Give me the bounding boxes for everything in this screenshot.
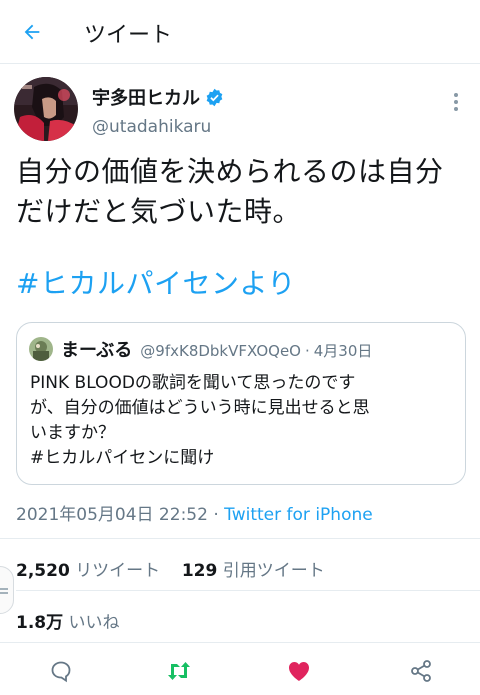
- tweet-source-link[interactable]: Twitter for iPhone: [224, 505, 373, 525]
- reply-icon[interactable]: [48, 658, 74, 684]
- divider: [16, 590, 480, 591]
- share-icon[interactable]: [408, 658, 434, 684]
- quotes-link[interactable]: 129 引用ツイート: [182, 561, 325, 581]
- tweet-line: だけだと気づいた時。: [16, 195, 302, 228]
- author-handle[interactable]: @utadahikaru: [92, 117, 211, 137]
- quoted-line: PINK BLOODの歌詞を聞いて思ったのです: [30, 373, 356, 393]
- likes-label: いいね: [68, 613, 120, 633]
- action-bar: [0, 648, 480, 695]
- quoted-line: が、自分の価値はどういう時に見出せると思: [30, 398, 370, 418]
- quoted-line: #ヒカルパイセンに聞け: [30, 448, 215, 468]
- quotes-label: 引用ツイート: [222, 561, 325, 581]
- divider: [0, 642, 480, 643]
- more-icon[interactable]: [446, 90, 466, 114]
- meta-separator: ·: [207, 505, 225, 525]
- retweet-stats: 2,520 リツイート 129 引用ツイート: [16, 556, 325, 581]
- quotes-count: 129: [181, 561, 218, 581]
- avatar[interactable]: [14, 77, 78, 141]
- quoted-date: 4月30日: [313, 342, 373, 360]
- divider: [0, 538, 480, 539]
- quoted-header: まーぶる @9fxK8DbkVFXOQeO · 4月30日: [61, 336, 372, 362]
- author-display-name[interactable]: 宇多田ヒカル: [92, 84, 200, 110]
- retweets-label: リツイート: [75, 561, 161, 581]
- retweet-icon[interactable]: [166, 658, 192, 684]
- tweet-meta: 2021年05月04日 22:52 · Twitter for iPhone: [16, 500, 373, 525]
- edge-handle[interactable]: [0, 566, 14, 614]
- tweet-line: 自分の価値を決められるのは自分: [16, 155, 444, 188]
- verified-badge-icon: [205, 88, 224, 107]
- tweet-author: 宇多田ヒカル @utadahikaru: [0, 64, 480, 150]
- quoted-line: いますか？: [30, 423, 115, 443]
- quoted-tweet[interactable]: まーぶる @9fxK8DbkVFXOQeO · 4月30日 PINK BLOOD…: [16, 322, 466, 485]
- likes-count: 1.8万: [16, 613, 64, 633]
- retweets-link[interactable]: 2,520 リツイート: [16, 561, 160, 581]
- back-arrow-icon[interactable]: [14, 14, 50, 50]
- quoted-name: まーぶる: [61, 340, 133, 361]
- page-title: ツイート: [84, 23, 173, 48]
- tweet-body: 自分の価値を決められるのは自分 だけだと気づいた時。: [16, 152, 466, 232]
- quoted-handle: @9fxK8DbkVFXOQeO: [140, 342, 301, 360]
- retweets-count: 2,520: [16, 561, 70, 581]
- tweet-timestamp: 2021年05月04日 22:52: [16, 505, 208, 525]
- quoted-avatar: [29, 337, 53, 361]
- quoted-separator: ·: [304, 342, 310, 360]
- drag-handle-icon: [0, 581, 9, 600]
- likes-link[interactable]: 1.8万 いいね: [16, 608, 120, 633]
- top-bar: ツイート: [0, 0, 480, 64]
- like-icon[interactable]: [286, 658, 312, 684]
- author-name-row: 宇多田ヒカル: [92, 84, 224, 110]
- quoted-body: PINK BLOODの歌詞を聞いて思ったのです が、自分の価値はどういう時に見出…: [30, 371, 458, 471]
- tweet-hashtag-link[interactable]: #ヒカルパイセンより: [16, 264, 296, 304]
